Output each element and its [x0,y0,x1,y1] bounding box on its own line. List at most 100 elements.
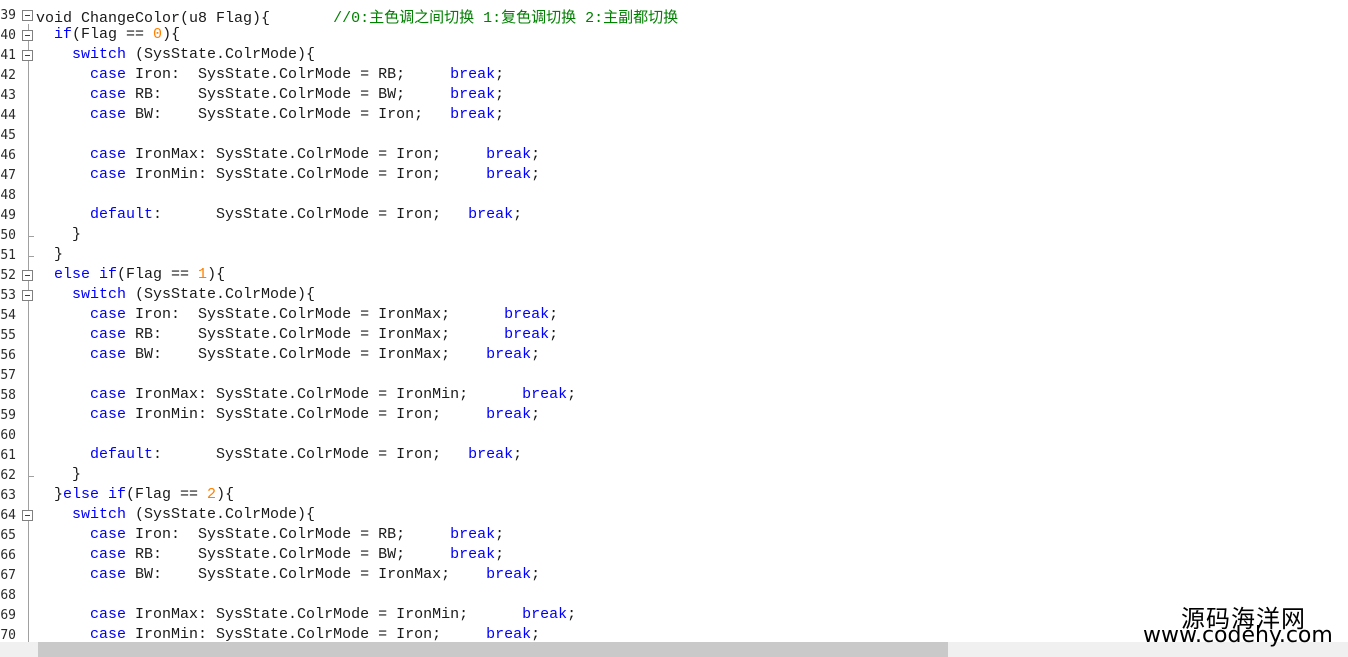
keyword-token: default [90,206,154,223]
code-token: IronMax: SysState.ColrMode = Iron; [126,146,487,163]
code-token: void ChangeColor(u8 Flag){ [36,10,334,27]
number-token: 0 [153,26,163,43]
line-number: 66 [0,548,16,563]
keyword-token: break [522,386,568,403]
number-token: 1 [198,266,208,283]
code-token: (SysState.ColrMode){ [126,46,316,63]
keyword-token: case [90,326,127,343]
keyword-token: case [90,346,127,363]
fold-end-marker [28,476,34,477]
line-number-gutter: 39 40 41 42 43 44 45 46 47 48 49 50 51 52 53 54 55 56 57 58… [0,0,16,642]
watermark-url: www.codehy.com [1143,623,1333,648]
number-token: 2 [207,486,217,503]
code-line: case Iron: SysState.ColrMode = RB; break… [36,526,504,546]
line-number: 54 [0,308,16,323]
code-token: (Flag == [117,266,199,283]
line-number: 47 [0,168,16,183]
scrollbar-thumb[interactable] [38,642,948,657]
keyword-token: break [450,106,496,123]
code-token: ; [567,606,577,623]
line-number: 58 [0,388,16,403]
line-number: 62 [0,468,16,483]
line-number: 68 [0,588,16,603]
line-number: 43 [0,88,16,103]
code-line: switch (SysState.ColrMode){ [36,46,315,66]
code-token: ; [495,66,505,83]
line-number: 40 [0,28,16,43]
code-token: IronMin: SysState.ColrMode = Iron; [126,626,487,643]
code-line: case Iron: SysState.ColrMode = IronMax; … [36,306,558,326]
code-line: case RB: SysState.ColrMode = BW; break; [36,546,504,566]
fold-collapse-icon[interactable] [22,290,33,301]
code-token: ; [513,206,523,223]
code-token: ; [495,86,505,103]
code-token: ){ [162,26,181,43]
line-number: 45 [0,128,16,143]
fold-guide-line [28,24,29,642]
code-editor[interactable]: void ChangeColor(u8 Flag){ //0:主色调之间切换 1… [36,0,1348,643]
fold-collapse-icon[interactable] [22,10,33,21]
keyword-token: break [468,446,514,463]
line-number: 51 [0,248,16,263]
line-number: 69 [0,608,16,623]
code-line: case BW: SysState.ColrMode = IronMax; br… [36,566,540,586]
line-number: 42 [0,68,16,83]
code-line: case IronMax: SysState.ColrMode = IronMi… [36,606,576,626]
fold-collapse-icon[interactable] [22,510,33,521]
fold-collapse-icon[interactable] [22,30,33,41]
keyword-token: else if [63,486,127,503]
code-line: case IronMax: SysState.ColrMode = Iron; … [36,146,540,166]
line-number: 65 [0,528,16,543]
fold-collapse-icon[interactable] [22,270,33,281]
keyword-token: case [90,86,127,103]
keyword-token: break [486,166,532,183]
code-line: else if(Flag == 1){ [36,266,225,286]
comment-token: //0:主色调之间切换 1:复色调切换 2:主副都切换 [333,10,679,27]
keyword-token: break [450,526,496,543]
keyword-token: break [504,306,550,323]
line-number: 55 [0,328,16,343]
code-token: BW: SysState.ColrMode = IronMax; [126,346,487,363]
fold-end-marker [28,236,34,237]
keyword-token: case [90,386,127,403]
code-token: ; [549,326,559,343]
code-token: } [36,466,82,483]
code-line: case BW: SysState.ColrMode = IronMax; br… [36,346,540,366]
code-token: ; [531,406,541,423]
keyword-token: case [90,626,127,643]
code-token: ; [495,546,505,563]
keyword-token: break [504,326,550,343]
line-number: 50 [0,228,16,243]
fold-collapse-icon[interactable] [22,50,33,61]
keyword-token: break [486,346,532,363]
code-token: } [36,226,82,243]
keyword-token: if [54,26,73,43]
fold-margin [16,0,36,642]
code-token: : SysState.ColrMode = Iron; [153,446,469,463]
line-number: 60 [0,428,16,443]
code-token: RB: SysState.ColrMode = BW; [126,546,451,563]
keyword-token: case [90,106,127,123]
code-line: if(Flag == 0){ [36,26,180,46]
line-number: 59 [0,408,16,423]
line-number: 53 [0,288,16,303]
line-number: 41 [0,48,16,63]
line-number: 63 [0,488,16,503]
code-token: ; [531,346,541,363]
keyword-token: break [468,206,514,223]
keyword-token: switch [72,46,127,63]
